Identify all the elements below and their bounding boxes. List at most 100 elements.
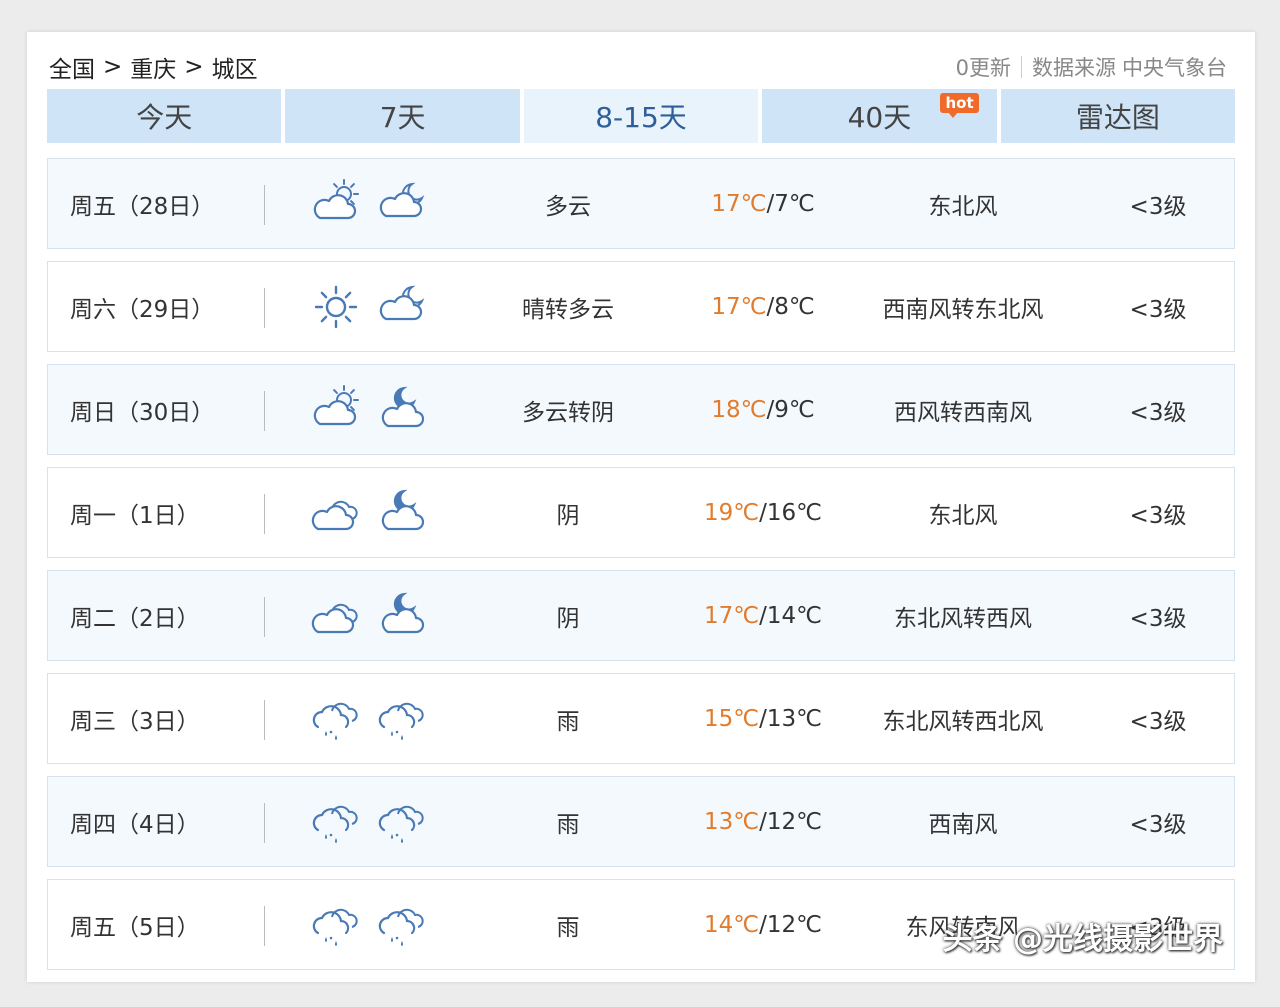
divider (264, 185, 265, 225)
rain-icon (310, 796, 362, 848)
weather-description: 阴 (556, 502, 580, 529)
tab-8-15-days[interactable]: 8-15天 (523, 89, 759, 143)
weather-description: 晴转多云 (522, 296, 614, 323)
weather-description: 雨 (556, 708, 580, 735)
temp-separator: / (766, 396, 775, 423)
divider (264, 597, 265, 637)
weather-icons (310, 468, 440, 557)
breadcrumb-separator: > (184, 54, 204, 80)
weather-icons (310, 159, 440, 248)
temp-low: 7℃ (774, 190, 815, 217)
weather-description: 阴 (556, 605, 580, 632)
rain-icon (310, 693, 362, 745)
weather-description: 多云转阴 (522, 399, 614, 426)
temperature-range: 13℃/12℃ (688, 777, 838, 866)
temp-low: 12℃ (766, 808, 822, 835)
weather-icons (310, 674, 440, 763)
wind-level: <3级 (1129, 708, 1187, 735)
forecast-day: 周日（30日） (70, 399, 215, 426)
weather-description: 雨 (556, 811, 580, 838)
divider (264, 288, 265, 328)
weather-icons (310, 880, 440, 969)
temp-high: 14℃ (704, 911, 760, 938)
cloudy-sun-icon (310, 178, 362, 230)
source-name[interactable]: 中央气象台 (1122, 52, 1227, 82)
weather-icons (310, 365, 440, 454)
breadcrumb-chongqing[interactable]: 重庆 (130, 50, 176, 84)
wind-level: <3级 (1129, 502, 1187, 529)
wind-direction: 东北风转西北风 (882, 708, 1044, 735)
wind-direction: 东北风 (928, 193, 998, 220)
tab-7-days[interactable]: 7天 (285, 89, 520, 143)
forecast-row: 周日（30日） 多云转阴 18℃/9℃ 西风转西南风 <3级 (47, 364, 1235, 455)
temp-low: 8℃ (774, 293, 815, 320)
breadcrumb-separator: > (103, 54, 123, 80)
temp-low: 16℃ (766, 499, 822, 526)
forecast-row: 周三（3日） 雨 15℃/13℃ 东北风转西北风 <3级 (47, 673, 1235, 764)
breadcrumb: 全国 > 重庆 > 城区 (49, 50, 258, 84)
breadcrumb-national[interactable]: 全国 (49, 50, 95, 84)
cloudy-sun-icon (310, 384, 362, 436)
temp-high: 19℃ (704, 499, 760, 526)
temp-high: 17℃ (704, 602, 760, 629)
overcast-moon-icon (376, 384, 428, 436)
overcast-icon (310, 590, 362, 642)
watermark: 头条 @光线摄影世界 (942, 922, 1223, 957)
temp-separator: / (759, 705, 767, 732)
temperature-range: 15℃/13℃ (688, 674, 838, 763)
cloudy-moon-icon (376, 178, 428, 230)
wind-level: <3级 (1129, 296, 1187, 323)
forecast-day: 周六（29日） (70, 296, 215, 323)
overcast-moon-icon (376, 590, 428, 642)
forecast-day: 周二（2日） (70, 605, 200, 632)
temp-low: 9℃ (774, 396, 815, 423)
tab-today[interactable]: 今天 (47, 89, 282, 143)
data-source-info: 0更新 数据来源 中央气象台 (956, 52, 1227, 82)
sun-icon (310, 281, 362, 333)
breadcrumb-urban: 城区 (211, 57, 258, 83)
divider (264, 906, 265, 946)
source-label: 数据来源 (1032, 56, 1116, 80)
tab-label: 7天 (379, 101, 426, 134)
wind-direction: 西南风 (928, 811, 998, 838)
cloudy-moon-icon (376, 281, 428, 333)
forecast-day: 周三（3日） (70, 708, 200, 735)
forecast-day: 周五（5日） (70, 914, 200, 941)
forecast-row: 周五（28日） 多云 17℃/7℃ 东北风 <3级 (47, 158, 1235, 249)
temp-low: 14℃ (766, 602, 822, 629)
rain-icon (376, 693, 428, 745)
temp-separator: / (759, 808, 767, 835)
update-count: 0更新 (955, 56, 1011, 80)
temp-high: 17℃ (711, 190, 767, 217)
wind-direction: 西风转西南风 (894, 399, 1032, 426)
divider (264, 700, 265, 740)
overcast-icon (310, 487, 362, 539)
tab-label: 8-15天 (595, 101, 687, 134)
tab-radar[interactable]: 雷达图 (1000, 89, 1236, 143)
weather-description: 雨 (556, 914, 580, 941)
forecast-day: 周五（28日） (70, 193, 215, 220)
temp-high: 17℃ (711, 293, 767, 320)
divider (264, 803, 265, 843)
weather-description: 多云 (545, 193, 591, 220)
weather-icons (310, 777, 440, 866)
tab-40-days[interactable]: 40天 hot (762, 89, 997, 143)
temp-low: 13℃ (766, 705, 822, 732)
forecast-row: 周四（4日） 雨 13℃/12℃ 西南风 <3级 (47, 776, 1235, 867)
temperature-range: 18℃/9℃ (688, 365, 838, 454)
temperature-range: 19℃/16℃ (688, 468, 838, 557)
temperature-range: 17℃/8℃ (688, 262, 838, 351)
weather-icons (310, 571, 440, 660)
temperature-range: 17℃/7℃ (688, 159, 838, 248)
temp-high: 15℃ (704, 705, 760, 732)
rain-icon (376, 899, 428, 951)
weather-card: 全国 > 重庆 > 城区 0更新 数据来源 中央气象台 今天 7天 8-15天 … (27, 32, 1255, 982)
temp-separator: / (759, 602, 767, 629)
temp-high: 18℃ (711, 396, 767, 423)
forecast-row: 周二（2日） 阴 17℃/14℃ 东北风转西风 <3级 (47, 570, 1235, 661)
forecast-list: 周五（28日） 多云 17℃/7℃ 东北风 <3级 周六（29日） 晴转多云 1… (47, 158, 1235, 982)
temp-separator: / (766, 190, 775, 217)
divider (264, 391, 265, 431)
divider (264, 494, 265, 534)
weather-icons (310, 262, 440, 351)
